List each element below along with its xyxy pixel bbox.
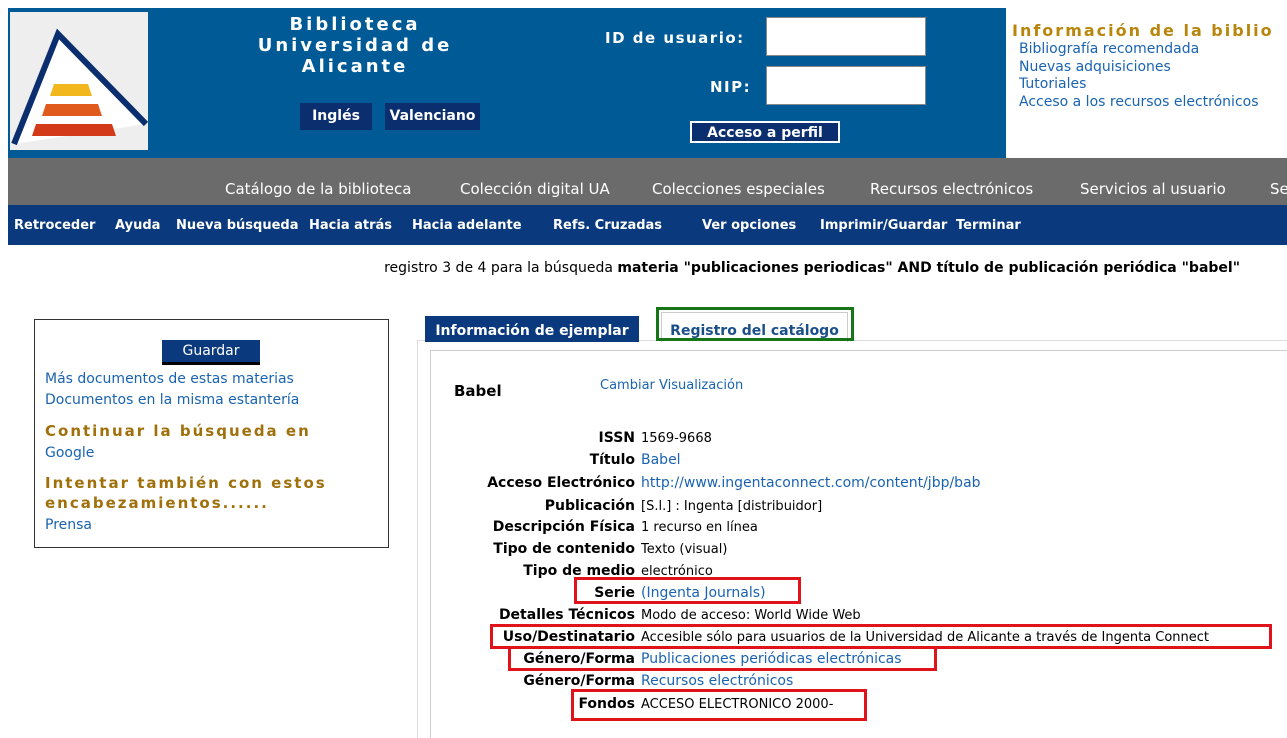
field-label-tipo-contenido: Tipo de contenido bbox=[493, 541, 635, 557]
toolbar-hacia-adelante[interactable]: Hacia adelante bbox=[412, 218, 522, 233]
university-logo[interactable] bbox=[10, 12, 149, 150]
highlight-serie bbox=[574, 577, 801, 604]
link-more-documents-subject[interactable]: Más documentos de estas materias bbox=[45, 371, 294, 387]
field-label-acceso: Acceso Electrónico bbox=[487, 475, 635, 491]
search-summary-query: materia "publicaciones periodicas" AND t… bbox=[617, 260, 1240, 276]
record-toolbar: Retroceder Ayuda Nueva búsqueda Hacia at… bbox=[8, 205, 1287, 245]
field-value-tipo-contenido: Texto (visual) bbox=[641, 542, 728, 557]
link-prensa[interactable]: Prensa bbox=[45, 517, 92, 533]
nav-item-coleccion-digital[interactable]: Colección digital UA bbox=[460, 180, 610, 198]
info-link-recursos[interactable]: Acceso a los recursos electrónicos bbox=[1019, 94, 1259, 110]
user-id-label: ID de usuario: bbox=[605, 29, 745, 47]
site-header: Biblioteca Universidad de Alicante Inglé… bbox=[0, 0, 1287, 158]
sidebar-panel: Guardar Más documentos de estas materias… bbox=[34, 319, 389, 548]
language-valencian-button[interactable]: Valenciano bbox=[385, 103, 480, 130]
field-value-publicacion: [S.l.] : Ingenta [distribuidor] bbox=[641, 499, 823, 514]
field-value-detalles: Modo de acceso: World Wide Web bbox=[641, 608, 861, 623]
field-label-titulo: Título bbox=[589, 452, 635, 468]
record-title: Babel bbox=[454, 382, 502, 400]
language-english-button[interactable]: Inglés bbox=[300, 103, 372, 130]
field-value-issn: 1569-9668 bbox=[641, 431, 712, 446]
save-button[interactable]: Guardar bbox=[162, 340, 260, 365]
try-headings-heading: Intentar también con estos encabezamient… bbox=[45, 474, 327, 512]
nip-input[interactable] bbox=[766, 66, 926, 105]
field-label-detalles: Detalles Técnicos bbox=[498, 607, 635, 623]
library-title-line2: Universidad de Alicante bbox=[257, 35, 453, 77]
library-title: Biblioteca Universidad de Alicante bbox=[210, 14, 500, 77]
nav-item-colecciones-especiales[interactable]: Colecciones especiales bbox=[652, 180, 825, 198]
profile-access-button[interactable]: Acceso a perfil bbox=[690, 121, 840, 143]
toolbar-ver-opciones[interactable]: Ver opciones bbox=[702, 218, 796, 233]
search-summary-prefix: registro 3 de 4 para la búsqueda bbox=[384, 260, 618, 276]
field-label-publicacion: Publicación bbox=[544, 498, 635, 514]
library-info-panel: Información de la biblio Bibliografía re… bbox=[1008, 8, 1287, 158]
info-panel-title: Información de la biblio bbox=[1012, 21, 1274, 40]
search-summary: registro 3 de 4 para la búsqueda materia… bbox=[0, 260, 1240, 276]
info-link-bibliografia[interactable]: Bibliografía recomendada bbox=[1019, 41, 1199, 57]
nav-item-truncated[interactable]: Se bbox=[1270, 180, 1287, 198]
toolbar-ayuda[interactable]: Ayuda bbox=[115, 218, 160, 233]
catalog-tab-highlight bbox=[656, 307, 854, 341]
toolbar-imprimir-guardar[interactable]: Imprimir/Guardar bbox=[820, 218, 947, 233]
link-same-shelf[interactable]: Documentos en la misma estantería bbox=[45, 392, 299, 408]
change-view-link[interactable]: Cambiar Visualización bbox=[600, 378, 743, 393]
field-value-genero-2[interactable]: Recursos electrónicos bbox=[641, 673, 793, 689]
main-navigation: Catálogo de la biblioteca Colección digi… bbox=[8, 158, 1287, 205]
toolbar-hacia-atras[interactable]: Hacia atrás bbox=[309, 218, 392, 233]
toolbar-nueva-busqueda[interactable]: Nueva búsqueda bbox=[176, 218, 298, 233]
info-link-adquisiciones[interactable]: Nuevas adquisiciones bbox=[1019, 59, 1171, 75]
field-value-titulo[interactable]: Babel bbox=[641, 452, 681, 468]
tab-item-info[interactable]: Información de ejemplar bbox=[425, 316, 639, 342]
nav-item-servicios[interactable]: Servicios al usuario bbox=[1080, 180, 1226, 198]
field-label-issn: ISSN bbox=[598, 430, 635, 446]
highlight-fondos bbox=[571, 689, 867, 721]
logo-triangle-icon bbox=[10, 12, 149, 150]
user-id-input[interactable] bbox=[766, 17, 926, 56]
field-value-descripcion: 1 recurso en línea bbox=[641, 520, 758, 535]
field-label-descripcion: Descripción Física bbox=[492, 519, 635, 535]
toolbar-refs-cruzadas[interactable]: Refs. Cruzadas bbox=[553, 218, 662, 233]
highlight-genero-forma bbox=[508, 646, 937, 671]
info-link-tutoriales[interactable]: Tutoriales bbox=[1019, 76, 1086, 92]
link-google[interactable]: Google bbox=[45, 445, 94, 461]
field-label-genero-2: Género/Forma bbox=[523, 673, 635, 689]
library-title-line1: Biblioteca bbox=[289, 14, 421, 35]
continue-search-heading: Continuar la búsqueda en bbox=[45, 422, 311, 440]
nav-item-recursos-electronicos[interactable]: Recursos electrónicos bbox=[870, 180, 1033, 198]
nip-label: NIP: bbox=[710, 78, 752, 96]
field-value-acceso-url[interactable]: http://www.ingentaconnect.com/content/jb… bbox=[641, 475, 981, 491]
nav-item-catalogo[interactable]: Catálogo de la biblioteca bbox=[225, 180, 411, 198]
toolbar-retroceder[interactable]: Retroceder bbox=[14, 218, 95, 233]
toolbar-terminar[interactable]: Terminar bbox=[956, 218, 1021, 233]
